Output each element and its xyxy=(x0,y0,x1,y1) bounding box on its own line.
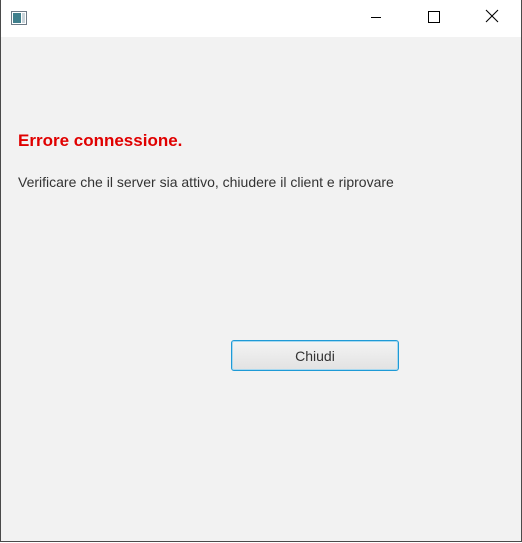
maximize-icon xyxy=(428,10,440,28)
app-icon xyxy=(11,11,27,25)
close-window-button[interactable] xyxy=(463,0,521,37)
maximize-button[interactable] xyxy=(405,0,463,37)
close-icon xyxy=(485,9,499,28)
minimize-button[interactable] xyxy=(347,0,405,37)
error-dialog-window: Errore connessione. Verificare che il se… xyxy=(0,0,522,542)
close-button[interactable]: Chiudi xyxy=(231,340,399,371)
dialog-content: Errore connessione. Verificare che il se… xyxy=(1,37,521,541)
title-bar[interactable] xyxy=(1,0,521,37)
minimize-icon xyxy=(370,10,382,28)
error-message: Verificare che il server sia attivo, chi… xyxy=(18,174,394,190)
error-title: Errore connessione. xyxy=(18,131,183,150)
